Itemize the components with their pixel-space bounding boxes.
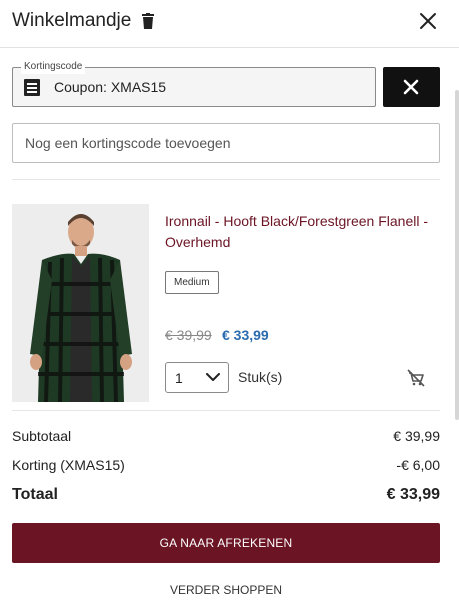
cart-header: Winkelmandje (0, 0, 459, 48)
applied-coupon-field: Kortingscode Coupon: XMAS15 (12, 60, 376, 107)
total-label: Totaal (12, 486, 58, 503)
subtotal-value: € 39,99 (393, 428, 440, 444)
quantity-unit: Stuk(s) (238, 369, 283, 385)
trash-icon[interactable] (141, 13, 155, 29)
continue-shopping-link[interactable]: VERDER SHOPPEN (12, 583, 440, 597)
coupon-legend: Kortingscode (21, 60, 86, 74)
receipt-icon (24, 79, 40, 96)
original-price: € 39,99 (165, 327, 212, 343)
quantity-value: 1 (175, 370, 183, 386)
remove-from-cart-icon[interactable] (407, 369, 425, 387)
discount-value: -€ 6,00 (396, 457, 440, 473)
remove-coupon-button[interactable] (383, 67, 440, 107)
quantity-select[interactable]: 1 (165, 362, 229, 393)
cart-title: Winkelmandje (12, 10, 132, 31)
product-name-link[interactable]: Ironnail - Hooft Black/Forestgreen Flane… (165, 211, 441, 253)
coupon-code-input[interactable] (12, 123, 440, 163)
divider (12, 410, 440, 411)
scrollbar[interactable] (455, 90, 459, 420)
divider (12, 179, 440, 180)
total-value: € 33,99 (386, 486, 440, 503)
product-image[interactable] (12, 204, 149, 402)
sale-price: € 33,99 (222, 327, 269, 343)
subtotal-label: Subtotaal (12, 428, 72, 444)
size-badge: Medium (165, 271, 219, 294)
close-icon (403, 79, 419, 95)
chevron-down-icon (206, 373, 220, 381)
close-icon[interactable] (418, 11, 438, 31)
checkout-button[interactable]: GA NAAR AFREKENEN (12, 523, 440, 563)
product-photo-icon (12, 204, 149, 402)
discount-label: Korting (XMAS15) (12, 457, 125, 473)
coupon-value: Coupon: XMAS15 (54, 79, 167, 95)
